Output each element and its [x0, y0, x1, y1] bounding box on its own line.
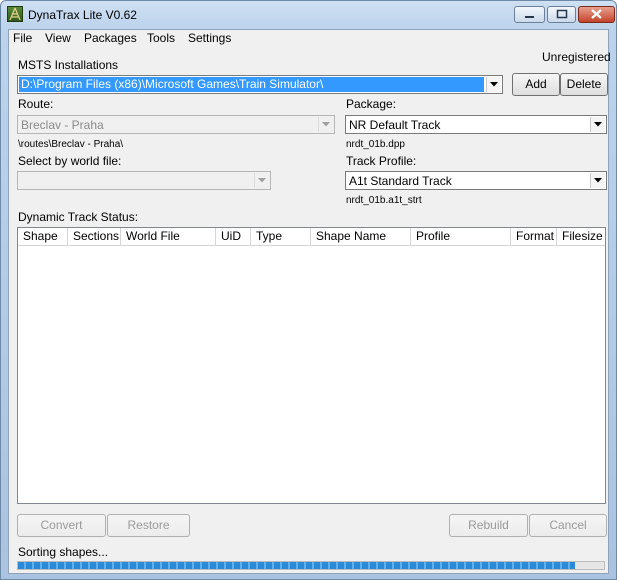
minimize-button[interactable]: [514, 6, 545, 23]
track-profile-select[interactable]: A1t Standard Track: [345, 171, 607, 190]
route-path: \routes\Breclav - Praha\: [18, 139, 124, 150]
progress-bar: [17, 561, 605, 570]
column-header-profile[interactable]: Profile: [411, 228, 511, 245]
maximize-button[interactable]: [547, 6, 576, 23]
window-title: DynaTrax Lite V0.62: [28, 8, 137, 22]
rebuild-button[interactable]: Rebuild: [449, 514, 528, 537]
menu-file[interactable]: File: [11, 31, 34, 45]
route-select: Breclav - Praha: [17, 115, 335, 134]
chevron-down-icon: [490, 82, 498, 87]
add-button[interactable]: Add: [512, 73, 560, 96]
chevron-down-icon: [258, 178, 266, 183]
menu-bar: File View Packages Tools Settings: [9, 30, 608, 48]
dropdown-button[interactable]: [486, 77, 501, 92]
list-header: Shape Sections World File UiD Type Shape…: [18, 228, 605, 246]
dynamic-track-status-list[interactable]: Shape Sections World File UiD Type Shape…: [17, 227, 606, 504]
menu-tools[interactable]: Tools: [145, 31, 177, 45]
column-header-world-file[interactable]: World File: [121, 228, 216, 245]
package-label: Package:: [346, 97, 397, 111]
dropdown-button: [318, 117, 333, 132]
chevron-down-icon: [594, 178, 602, 183]
title-bar[interactable]: DynaTrax Lite V0.62: [1, 1, 616, 29]
dropdown-button: [254, 173, 269, 188]
registration-status: Unregistered: [542, 50, 611, 64]
track-profile-file: nrdt_01b.a1t_strt: [346, 195, 422, 206]
column-header-uid[interactable]: UiD: [216, 228, 251, 245]
column-header-shape-name[interactable]: Shape Name: [311, 228, 411, 245]
dropdown-button[interactable]: [590, 173, 605, 188]
status-text: Sorting shapes...: [18, 545, 109, 559]
msts-installation-select[interactable]: D:\Program Files (x86)\Microsoft Games\T…: [17, 75, 503, 94]
msts-installation-value: D:\Program Files (x86)\Microsoft Games\T…: [19, 77, 484, 92]
world-file-label: Select by world file:: [18, 154, 122, 168]
train-track-icon: [7, 6, 23, 22]
column-header-type[interactable]: Type: [251, 228, 311, 245]
menu-settings[interactable]: Settings: [186, 31, 233, 45]
column-header-shape[interactable]: Shape: [18, 228, 68, 245]
msts-label: MSTS Installations: [18, 58, 119, 72]
main-panel: File View Packages Tools Settings Unregi…: [8, 29, 611, 574]
close-icon: [591, 9, 602, 19]
track-profile-value: A1t Standard Track: [349, 174, 452, 188]
restore-button[interactable]: Restore: [107, 514, 190, 537]
convert-button[interactable]: Convert: [17, 514, 106, 537]
route-value: Breclav - Praha: [21, 118, 104, 132]
progress-bar-fill: [18, 562, 575, 569]
menu-view[interactable]: View: [43, 31, 73, 45]
column-header-sections[interactable]: Sections: [68, 228, 121, 245]
minimize-icon: [525, 16, 534, 18]
chevron-down-icon: [594, 122, 602, 127]
cancel-button[interactable]: Cancel: [529, 514, 607, 537]
delete-button[interactable]: Delete: [560, 73, 608, 96]
package-file: nrdt_01b.dpp: [346, 139, 405, 150]
world-file-select: [17, 171, 271, 190]
package-value: NR Default Track: [349, 118, 441, 132]
dropdown-button[interactable]: [590, 117, 605, 132]
package-select[interactable]: NR Default Track: [345, 115, 607, 134]
dynamic-track-status-label: Dynamic Track Status:: [18, 210, 139, 224]
column-header-format[interactable]: Format: [511, 228, 557, 245]
chevron-down-icon: [322, 122, 330, 127]
menu-packages[interactable]: Packages: [82, 31, 139, 45]
route-label: Route:: [18, 97, 54, 111]
app-window: DynaTrax Lite V0.62 File View Packages T…: [0, 0, 617, 580]
column-header-filesize[interactable]: Filesize: [557, 228, 605, 245]
close-button[interactable]: [578, 6, 615, 23]
maximize-icon: [556, 9, 568, 19]
track-profile-label: Track Profile:: [346, 154, 417, 168]
